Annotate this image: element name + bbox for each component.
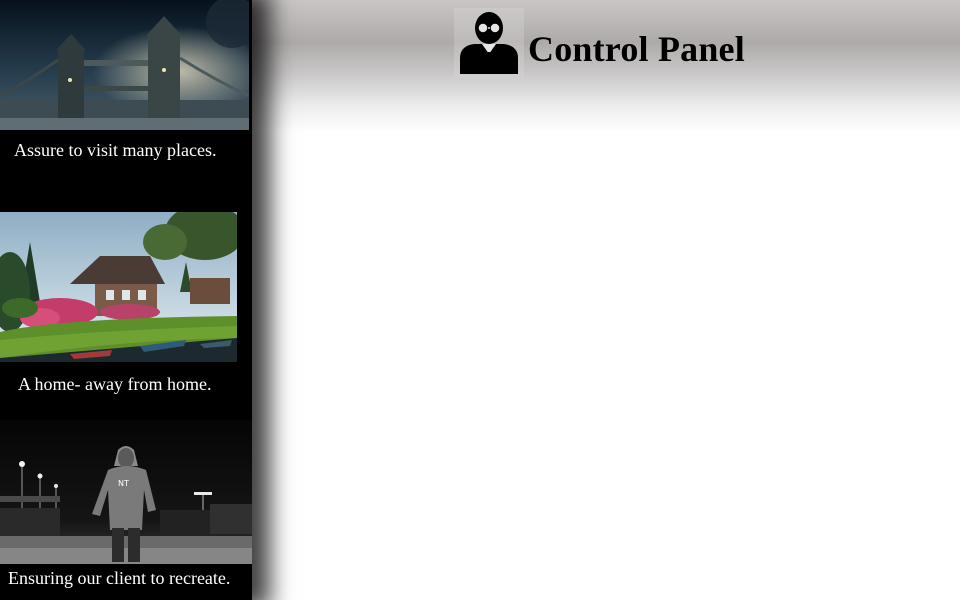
sidebar-card[interactable]: Assure to visit many places. <box>0 0 252 212</box>
hooded-man-night-street-photo[interactable]: NT <box>0 420 252 564</box>
sidebar: Assure to visit many places. A home- awa… <box>0 0 252 600</box>
card-caption: A home- away from home. <box>18 374 212 394</box>
page: Control Panel Assure to visit many place… <box>0 0 960 600</box>
svg-text:NT: NT <box>118 479 129 488</box>
sidebar-card[interactable]: A home- away from home. <box>0 212 252 420</box>
businessman-glasses-icon <box>454 8 524 78</box>
sidebar-card[interactable]: NT Ensuring our client to recreate. <box>0 420 252 600</box>
tower-bridge-night-photo[interactable] <box>0 0 249 130</box>
country-house-garden-photo[interactable] <box>0 212 237 362</box>
card-caption: Ensuring our client to recreate. <box>8 568 231 588</box>
card-caption: Assure to visit many places. <box>14 140 217 160</box>
page-title: Control Panel <box>528 29 745 69</box>
